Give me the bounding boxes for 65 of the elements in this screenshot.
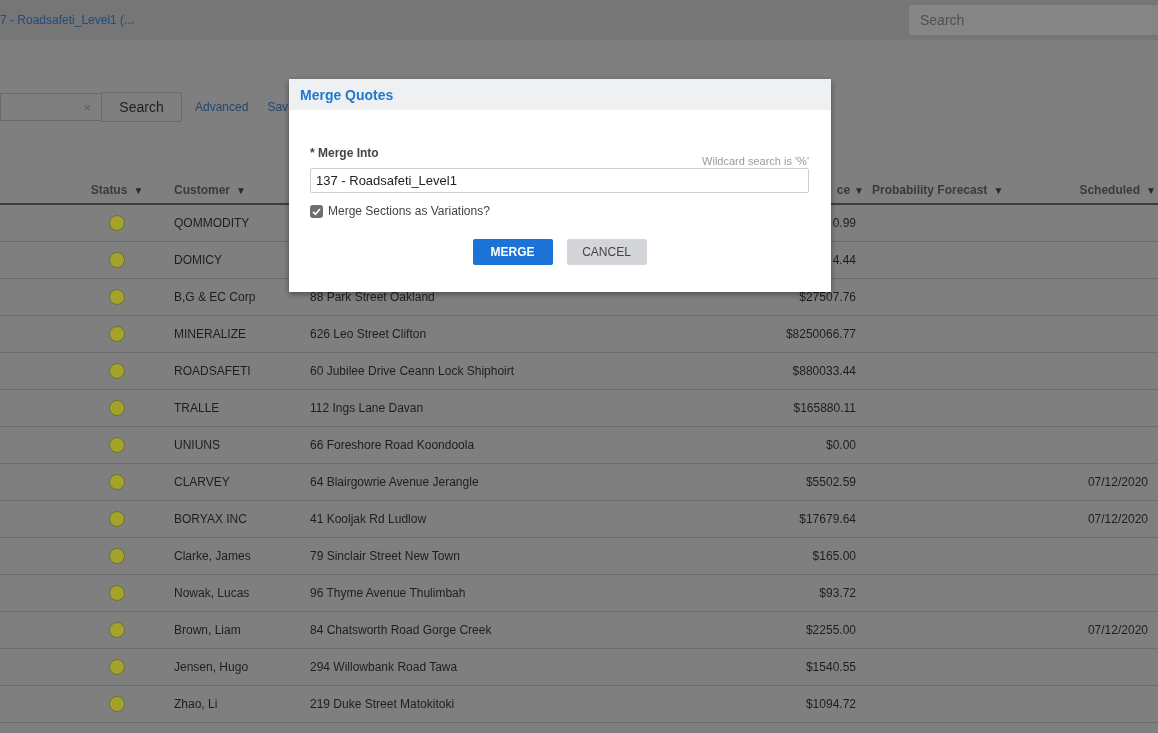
address-cell: 96 Thyme Avenue Thulimbah: [310, 586, 466, 600]
price-cell: $1094.72: [805, 697, 856, 711]
toolbar-link[interactable]: Advanced: [195, 100, 249, 114]
address-cell: 41 Kooljak Rd Ludlow: [310, 512, 427, 526]
price-cell: $165.00: [812, 549, 856, 563]
price-cell: 4.44: [832, 253, 856, 267]
price-cell: $5502.59: [805, 475, 856, 489]
merge-into-field[interactable]: 137 - Roadsafeti_Level1: [310, 168, 809, 193]
address-cell: 60 Jubilee Drive Ceann Lock Shiphoirt: [310, 364, 515, 378]
address-cell: 294 Willowbank Road Tawa: [310, 660, 458, 674]
customer-cell: QOMMODITY: [174, 216, 250, 230]
customer-cell: Nowak, Lucas: [174, 586, 250, 600]
price-cell: $165880.11: [793, 401, 856, 415]
merge-button[interactable]: MERGE: [472, 239, 553, 265]
customer-cell: UNIUNS: [174, 438, 220, 452]
price-cell: $2255.00: [805, 623, 856, 637]
customer-cell: CLARVEY: [174, 475, 230, 489]
customer-cell: MINERALIZE: [174, 327, 246, 341]
sort-icon[interactable]: ▼: [854, 184, 864, 196]
price-cell: $0.00: [825, 438, 856, 452]
address-cell: 84 Chatsworth Road Gorge Creek: [310, 623, 492, 637]
price-cell: $93.72: [819, 586, 856, 600]
price-cell: $8250066.77: [785, 327, 856, 341]
customer-cell: B,G & EC Corp: [174, 290, 256, 304]
toolbar-link[interactable]: Sav: [267, 100, 289, 114]
sort-icon[interactable]: ▼: [133, 184, 144, 196]
column-header[interactable]: ce: [836, 183, 851, 197]
address-cell: 112 Ings Lane Davan: [310, 401, 424, 415]
price-cell: $1540.55: [805, 660, 856, 674]
date-cell: 07/12/2020: [1087, 623, 1148, 637]
column-header[interactable]: Status: [90, 183, 128, 197]
sort-icon[interactable]: ▼: [993, 184, 1004, 196]
search-button[interactable]: Search: [101, 92, 182, 122]
column-header[interactable]: Customer: [174, 183, 230, 197]
sort-icon[interactable]: ▼: [1146, 184, 1156, 196]
field-label: * Merge Into: [310, 146, 379, 160]
address-cell: 219 Duke Street Matokitoki: [310, 697, 455, 711]
sort-icon[interactable]: ▼: [236, 184, 246, 196]
customer-cell: ROADSAFETI: [174, 364, 251, 378]
column-header[interactable]: Scheduled: [1079, 183, 1141, 197]
customer-cell: TRALLE: [174, 401, 220, 415]
price-cell: 0.99: [832, 216, 856, 230]
checkbox[interactable]: [310, 204, 323, 218]
customer-cell: Zhao, Li: [174, 697, 218, 711]
customer-cell: BORYAX INC: [174, 512, 247, 526]
hint-text: Wildcard search is '%': [702, 155, 809, 167]
checkbox-label[interactable]: Merge Sections as Variations?: [328, 204, 490, 218]
address-cell: 79 Sinclair Street New Town: [310, 549, 460, 563]
address-cell: 64 Blairgowrie Avenue Jerangle: [310, 475, 479, 489]
column-header[interactable]: Probability Forecast: [872, 183, 988, 197]
price-cell: $17679.64: [799, 512, 856, 526]
address-cell: 626 Leo Street Clifton: [310, 327, 427, 341]
date-cell: 07/12/2020: [1087, 512, 1148, 526]
cancel-button[interactable]: CANCEL: [566, 239, 647, 265]
date-cell: 07/12/2020: [1087, 475, 1148, 489]
address-cell: 88 Park Street Oakland: [310, 290, 435, 304]
breadcrumb-link[interactable]: 7 - Roadsafeti_Level1 (...: [0, 13, 135, 27]
dialog-title: Merge Quotes: [300, 86, 394, 103]
price-cell: $27507.76: [799, 290, 856, 304]
customer-cell: Brown, Liam: [174, 623, 241, 637]
address-cell: 66 Foreshore Road Koondoola: [310, 438, 475, 452]
customer-cell: DOMICY: [174, 253, 222, 267]
customer-cell: Jensen, Hugo: [174, 660, 249, 674]
customer-cell: Clarke, James: [174, 549, 251, 563]
price-cell: $880033.44: [792, 364, 856, 378]
